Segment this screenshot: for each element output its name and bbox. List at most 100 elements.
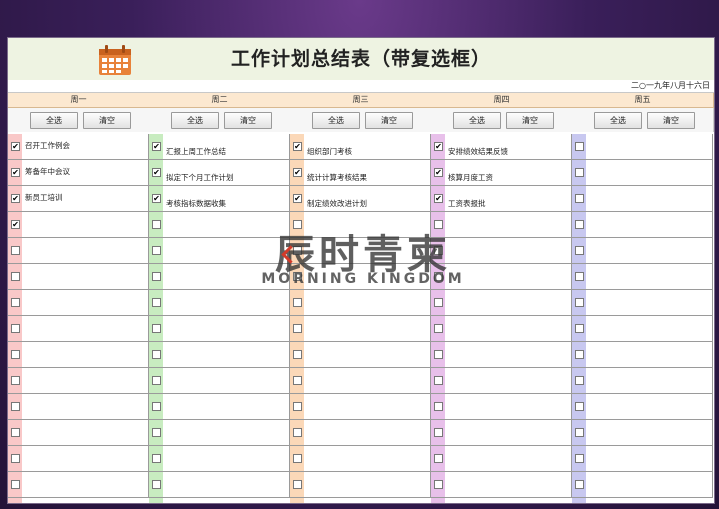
task-checkbox[interactable] [11, 428, 20, 437]
task-checkbox[interactable]: ✔ [152, 168, 161, 177]
task-checkbox[interactable] [293, 428, 302, 437]
task-checkbox[interactable] [11, 298, 20, 307]
task-checkbox[interactable]: ✔ [434, 168, 443, 177]
clear-button[interactable]: 清空 [83, 112, 131, 129]
task-label[interactable]: 考核指标数据收集 [166, 198, 226, 209]
task-label[interactable]: 组织部门考核 [307, 146, 352, 157]
task-checkbox[interactable] [11, 454, 20, 463]
select-all-button[interactable]: 全选 [171, 112, 219, 129]
task-checkbox[interactable] [575, 298, 584, 307]
task-checkbox[interactable] [575, 168, 584, 177]
task-label[interactable]: 新员工培训 [25, 192, 63, 203]
task-label[interactable]: 统计计算考核结果 [307, 172, 367, 183]
task-checkbox[interactable] [434, 376, 443, 385]
task-checkbox[interactable]: ✔ [11, 194, 20, 203]
task-row [149, 316, 290, 342]
task-checkbox[interactable] [152, 376, 161, 385]
select-all-button[interactable]: 全选 [453, 112, 501, 129]
task-checkbox[interactable] [152, 350, 161, 359]
clear-button[interactable]: 清空 [647, 112, 695, 129]
task-checkbox[interactable] [575, 272, 584, 281]
task-label[interactable]: 制定绩效改进计划 [307, 198, 367, 209]
task-checkbox[interactable]: ✔ [293, 142, 302, 151]
task-row [149, 394, 290, 420]
task-checkbox[interactable] [152, 272, 161, 281]
task-checkbox[interactable] [434, 324, 443, 333]
task-checkbox[interactable] [152, 246, 161, 255]
task-checkbox[interactable] [434, 428, 443, 437]
select-all-button[interactable]: 全选 [312, 112, 360, 129]
task-label[interactable]: 拟定下个月工作计划 [166, 172, 234, 183]
task-checkbox[interactable] [434, 220, 443, 229]
select-all-button[interactable]: 全选 [594, 112, 642, 129]
task-checkbox[interactable] [152, 480, 161, 489]
task-checkbox[interactable] [152, 298, 161, 307]
task-checkbox[interactable] [152, 324, 161, 333]
task-row [431, 212, 572, 238]
select-all-button[interactable]: 全选 [30, 112, 78, 129]
task-row: ✔ 拟定下个月工作计划 [149, 160, 290, 186]
task-checkbox[interactable] [575, 376, 584, 385]
task-label[interactable]: 核算月度工资 [448, 172, 493, 183]
task-label[interactable]: 安排绩效结果反馈 [448, 146, 508, 157]
task-checkbox[interactable] [575, 194, 584, 203]
task-checkbox[interactable] [152, 454, 161, 463]
task-checkbox[interactable]: ✔ [434, 194, 443, 203]
task-checkbox[interactable] [434, 350, 443, 359]
task-checkbox[interactable]: ✔ [152, 194, 161, 203]
task-checkbox[interactable] [575, 142, 584, 151]
task-checkbox[interactable] [11, 402, 20, 411]
task-checkbox[interactable] [293, 454, 302, 463]
task-checkbox[interactable] [575, 480, 584, 489]
task-checkbox[interactable] [293, 272, 302, 281]
task-checkbox[interactable] [293, 220, 302, 229]
clear-button[interactable]: 清空 [224, 112, 272, 129]
task-label[interactable]: 工资表报批 [448, 198, 486, 209]
task-checkbox[interactable] [434, 272, 443, 281]
task-checkbox[interactable]: ✔ [434, 142, 443, 151]
task-checkbox[interactable] [575, 428, 584, 437]
task-checkbox[interactable]: ✔ [11, 168, 20, 177]
task-checkbox[interactable] [293, 246, 302, 255]
task-checkbox[interactable] [152, 402, 161, 411]
task-checkbox[interactable] [11, 272, 20, 281]
task-checkbox[interactable] [575, 402, 584, 411]
task-checkbox[interactable] [434, 246, 443, 255]
task-checkbox[interactable] [293, 376, 302, 385]
task-checkbox[interactable] [575, 324, 584, 333]
task-checkbox[interactable] [575, 350, 584, 359]
task-checkbox[interactable] [575, 220, 584, 229]
task-label[interactable]: 筹备年中会议 [25, 166, 70, 177]
task-checkbox[interactable] [293, 480, 302, 489]
task-row [431, 264, 572, 290]
task-checkbox[interactable] [293, 298, 302, 307]
task-row [572, 394, 713, 420]
task-checkbox[interactable] [11, 324, 20, 333]
task-checkbox[interactable] [434, 454, 443, 463]
task-checkbox[interactable] [434, 298, 443, 307]
task-label[interactable]: 汇报上周工作总结 [166, 146, 226, 157]
task-checkbox[interactable] [11, 350, 20, 359]
clear-button[interactable]: 清空 [506, 112, 554, 129]
task-checkbox[interactable]: ✔ [11, 142, 20, 151]
task-checkbox[interactable]: ✔ [11, 220, 20, 229]
task-checkbox[interactable]: ✔ [293, 194, 302, 203]
task-checkbox[interactable]: ✔ [293, 168, 302, 177]
task-checkbox[interactable] [575, 246, 584, 255]
task-row: ✔ 统计计算考核结果 [290, 160, 431, 186]
task-checkbox[interactable] [293, 350, 302, 359]
task-row: ✔ 工资表报批 [431, 186, 572, 212]
task-checkbox[interactable] [11, 376, 20, 385]
clear-button[interactable]: 清空 [365, 112, 413, 129]
task-checkbox[interactable] [152, 428, 161, 437]
task-label[interactable]: 召开工作例会 [25, 140, 70, 151]
task-checkbox[interactable] [293, 324, 302, 333]
task-checkbox[interactable] [575, 454, 584, 463]
task-checkbox[interactable] [434, 480, 443, 489]
task-checkbox[interactable] [293, 402, 302, 411]
task-checkbox[interactable]: ✔ [152, 142, 161, 151]
task-checkbox[interactable] [152, 220, 161, 229]
task-checkbox[interactable] [434, 402, 443, 411]
task-checkbox[interactable] [11, 480, 20, 489]
task-checkbox[interactable] [11, 246, 20, 255]
